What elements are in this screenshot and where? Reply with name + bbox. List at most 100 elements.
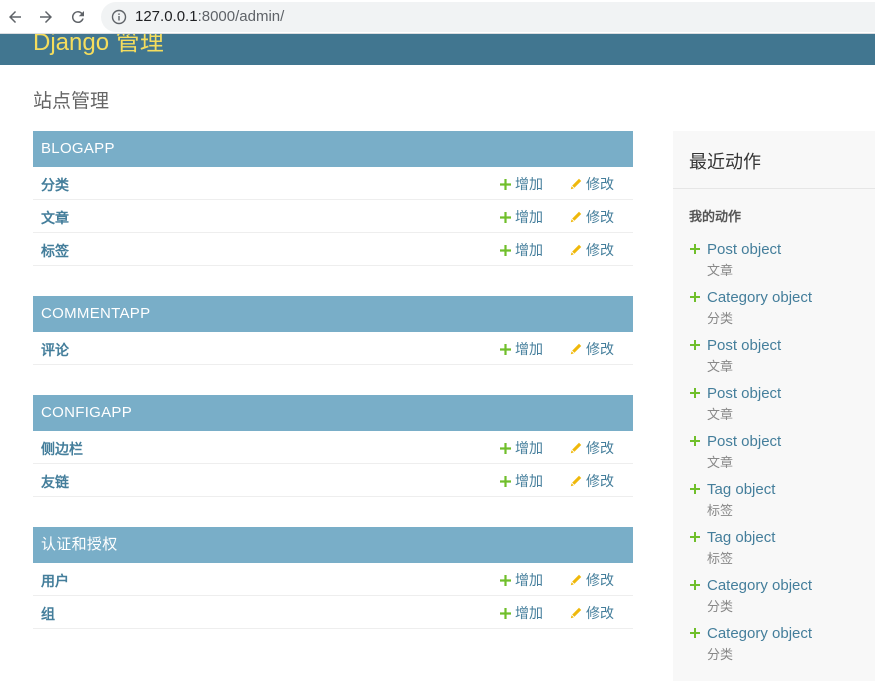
pencil-icon <box>570 178 582 190</box>
plus-icon <box>690 244 700 254</box>
model-link[interactable]: 组 <box>41 604 55 624</box>
pencil-icon <box>570 343 582 355</box>
arrow-left-icon <box>9 11 21 23</box>
change-link[interactable]: 修改 <box>570 471 614 491</box>
recent-action-link[interactable]: Post object <box>707 337 781 354</box>
model-row: 分类 增加 修改 <box>33 167 633 200</box>
plus-icon <box>500 211 511 223</box>
add-label: 增加 <box>515 474 543 490</box>
app-module-configapp: CONFIGAPP 侧边栏 增加 修改 友链 增加 修改 <box>33 395 633 497</box>
change-link[interactable]: 修改 <box>570 174 614 194</box>
change-label: 修改 <box>586 210 614 226</box>
model-link[interactable]: 标签 <box>41 241 69 261</box>
plus-icon <box>500 343 511 355</box>
change-label: 修改 <box>586 342 614 358</box>
model-row: 标签 增加 修改 <box>33 233 633 266</box>
change-link[interactable]: 修改 <box>570 339 614 359</box>
plus-icon <box>500 244 511 256</box>
model-row: 评论 增加 修改 <box>33 332 633 365</box>
recent-action-link[interactable]: Post object <box>707 241 781 258</box>
plus-icon <box>690 436 700 446</box>
recent-action-link[interactable]: Post object <box>707 433 781 450</box>
recent-action-link[interactable]: Tag object <box>707 529 775 546</box>
add-label: 增加 <box>515 210 543 226</box>
site-brand[interactable]: Django 管理 <box>33 34 164 57</box>
model-link[interactable]: 友链 <box>41 472 69 492</box>
plus-icon <box>690 292 700 302</box>
model-row: 组 增加 修改 <box>33 596 633 629</box>
change-label: 修改 <box>586 474 614 490</box>
site-header: Django 管理 <box>0 34 875 65</box>
change-label: 修改 <box>586 243 614 259</box>
reload-button[interactable] <box>66 5 90 29</box>
change-label: 修改 <box>586 441 614 457</box>
add-label: 增加 <box>515 177 543 193</box>
add-link[interactable]: 增加 <box>500 438 543 458</box>
plus-icon <box>690 484 700 494</box>
recent-action-type: 标签 <box>707 504 734 519</box>
info-icon[interactable] <box>111 9 127 25</box>
recent-action-type: 分类 <box>707 312 734 327</box>
back-button[interactable] <box>3 5 27 29</box>
app-module-blogapp: BLOGAPP 分类 增加 修改 文章 增加 修改 标签 增加 修改 <box>33 131 633 266</box>
change-link[interactable]: 修改 <box>570 570 614 590</box>
pencil-icon <box>570 607 582 619</box>
recent-action-link[interactable]: Category object <box>707 577 812 594</box>
add-link[interactable]: 增加 <box>500 339 543 359</box>
add-label: 增加 <box>515 573 543 589</box>
add-link[interactable]: 增加 <box>500 603 543 623</box>
recent-action-type: 文章 <box>707 264 734 279</box>
app-caption[interactable]: BLOGAPP <box>33 131 633 167</box>
recent-action-link[interactable]: Category object <box>707 289 812 306</box>
recent-action-link[interactable]: Tag object <box>707 481 775 498</box>
recent-action-link[interactable]: Post object <box>707 385 781 402</box>
app-caption[interactable]: CONFIGAPP <box>33 395 633 431</box>
plus-icon <box>690 628 700 638</box>
recent-action-type: 分类 <box>707 648 734 663</box>
plus-icon <box>500 475 511 487</box>
model-link[interactable]: 文章 <box>41 208 69 228</box>
recent-action-type: 文章 <box>707 360 734 375</box>
change-link[interactable]: 修改 <box>570 240 614 260</box>
plus-icon <box>690 340 700 350</box>
app-caption[interactable]: COMMENTAPP <box>33 296 633 332</box>
pencil-icon <box>570 574 582 586</box>
model-link[interactable]: 用户 <box>41 571 69 591</box>
model-link[interactable]: 分类 <box>41 175 69 195</box>
change-link[interactable]: 修改 <box>570 603 614 623</box>
recent-action-link[interactable]: Category object <box>707 625 812 642</box>
url-path: :8000/admin/ <box>197 8 285 25</box>
add-link[interactable]: 增加 <box>500 174 543 194</box>
recent-action-type: 标签 <box>707 552 734 567</box>
app-module-auth: 认证和授权 用户 增加 修改 组 增加 修改 <box>33 527 633 629</box>
model-link[interactable]: 评论 <box>41 340 69 360</box>
recent-action-type: 分类 <box>707 600 734 615</box>
model-row: 友链 增加 修改 <box>33 464 633 497</box>
url-host: 127.0.0.1 <box>135 8 198 25</box>
plus-icon <box>690 580 700 590</box>
add-label: 增加 <box>515 606 543 622</box>
model-link[interactable]: 侧边栏 <box>41 439 83 459</box>
add-link[interactable]: 增加 <box>500 570 543 590</box>
url-text[interactable]: 127.0.0.1:8000/admin/ <box>135 8 284 25</box>
plus-icon <box>500 442 511 454</box>
divider <box>673 188 875 189</box>
browser-toolbar: 127.0.0.1:8000/admin/ <box>0 0 875 34</box>
pencil-icon <box>570 475 582 487</box>
app-caption[interactable]: 认证和授权 <box>33 527 633 563</box>
address-bar[interactable]: 127.0.0.1:8000/admin/ <box>101 2 875 32</box>
add-link[interactable]: 增加 <box>500 207 543 227</box>
plus-icon <box>690 532 700 542</box>
page-title: 站点管理 <box>33 90 110 112</box>
change-link[interactable]: 修改 <box>570 207 614 227</box>
add-link[interactable]: 增加 <box>500 471 543 491</box>
pencil-icon <box>570 244 582 256</box>
change-link[interactable]: 修改 <box>570 438 614 458</box>
forward-button[interactable] <box>34 5 58 29</box>
plus-icon <box>500 607 511 619</box>
add-label: 增加 <box>515 243 543 259</box>
add-link[interactable]: 增加 <box>500 240 543 260</box>
recent-action-type: 文章 <box>707 456 734 471</box>
arrow-right-icon <box>40 11 52 23</box>
app-module-commentapp: COMMENTAPP 评论 增加 修改 <box>33 296 633 365</box>
